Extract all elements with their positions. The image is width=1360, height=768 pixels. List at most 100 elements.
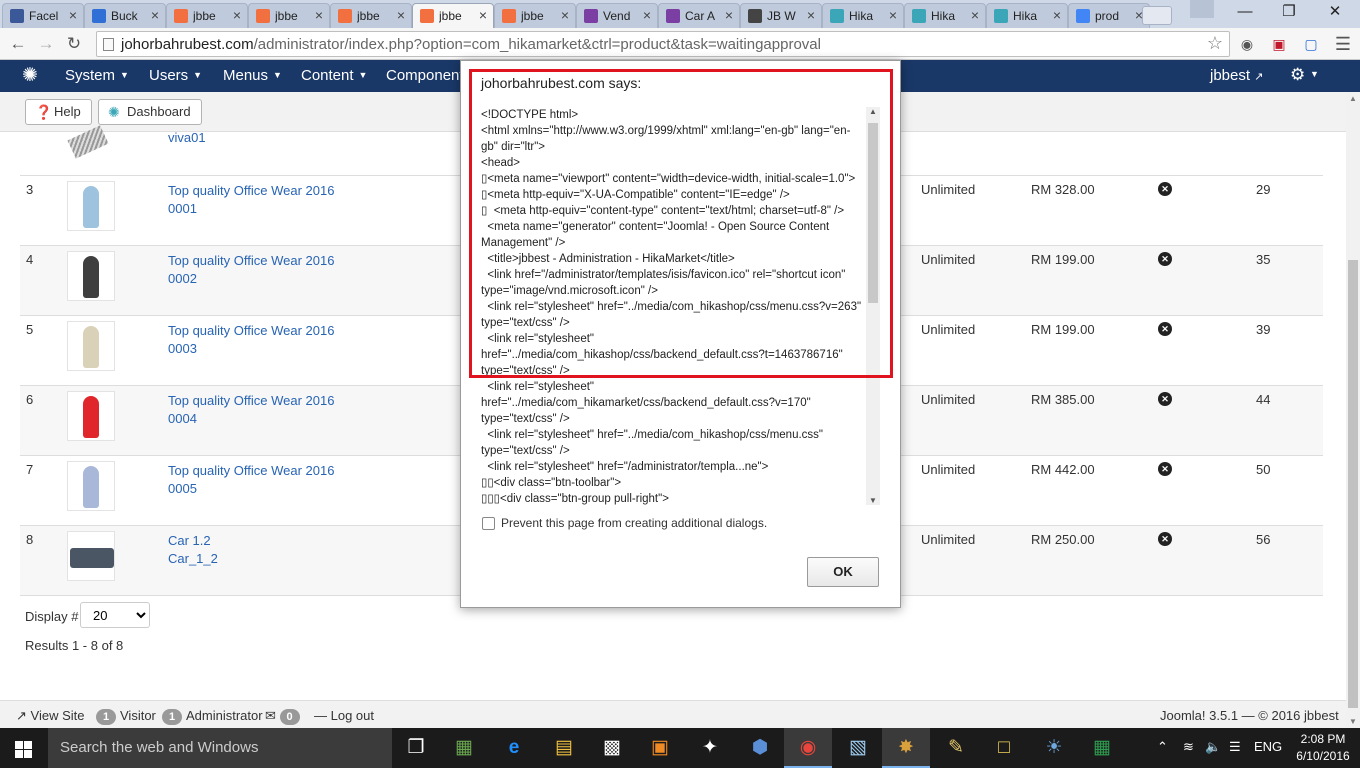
unpublished-icon[interactable]: ✕ bbox=[1158, 532, 1172, 546]
display-count-select[interactable]: 20 bbox=[80, 602, 150, 628]
product-thumbnail[interactable] bbox=[67, 321, 115, 371]
close-tab-icon[interactable]: × bbox=[479, 7, 487, 23]
product-thumbnail[interactable] bbox=[67, 181, 115, 231]
scroll-down-icon[interactable]: ▼ bbox=[1346, 717, 1360, 726]
logout-link[interactable]: — Log out bbox=[314, 708, 374, 723]
browser-tab[interactable]: Facel × bbox=[2, 3, 84, 28]
browser-tab[interactable]: jbbe × bbox=[412, 3, 494, 28]
close-tab-icon[interactable]: × bbox=[889, 7, 897, 23]
menu-users[interactable]: Users ▼ bbox=[149, 67, 202, 84]
browser-tab[interactable]: Car A × bbox=[658, 3, 740, 28]
product-thumbnail[interactable] bbox=[67, 251, 115, 301]
sticky-notes-icon[interactable]: □ bbox=[980, 728, 1028, 768]
close-tab-icon[interactable]: × bbox=[561, 7, 569, 23]
notifications-icon[interactable]: ☰ bbox=[1229, 739, 1241, 755]
browser-tab[interactable]: jbbe × bbox=[166, 3, 248, 28]
language-indicator[interactable]: ENG bbox=[1254, 739, 1282, 754]
unpublished-icon[interactable]: ✕ bbox=[1158, 462, 1172, 476]
close-tab-icon[interactable]: × bbox=[807, 7, 815, 23]
network-app-icon[interactable]: ☀ bbox=[1030, 728, 1078, 768]
product-name-link[interactable]: Top quality Office Wear 2016 0004 bbox=[168, 392, 368, 428]
close-tab-icon[interactable]: × bbox=[315, 7, 323, 23]
bookmark-star-icon[interactable]: ☆ bbox=[1207, 33, 1223, 54]
app-hexagon-icon[interactable]: ⬢ bbox=[736, 728, 784, 768]
menu-system[interactable]: System ▼ bbox=[65, 67, 129, 84]
scroll-up-icon[interactable]: ▲ bbox=[1346, 94, 1360, 103]
product-name-link[interactable]: Top quality Office Wear 2016 0005 bbox=[168, 462, 368, 498]
close-tab-icon[interactable]: × bbox=[69, 7, 77, 23]
unpublished-icon[interactable]: ✕ bbox=[1158, 252, 1172, 266]
notepad-icon[interactable]: ▧ bbox=[834, 728, 882, 768]
task-view-icon[interactable]: ❐ bbox=[392, 728, 440, 768]
browser-tab[interactable]: Hika × bbox=[822, 3, 904, 28]
view-site-link[interactable]: ↗ View Site bbox=[16, 708, 85, 724]
admin-user-link[interactable]: jbbest ↗ bbox=[1210, 67, 1263, 84]
minimize-icon[interactable]: — bbox=[1222, 0, 1268, 26]
new-tab-button[interactable] bbox=[1142, 6, 1172, 25]
volume-icon[interactable]: 🔈 bbox=[1205, 739, 1221, 755]
ok-button[interactable]: OK bbox=[807, 557, 879, 587]
menu-components[interactable]: Component bbox=[386, 67, 464, 84]
edge-browser-icon[interactable]: e bbox=[490, 728, 538, 768]
browser-tab[interactable]: Buck × bbox=[84, 3, 166, 28]
close-tab-icon[interactable]: × bbox=[643, 7, 651, 23]
paint-icon[interactable]: ✎ bbox=[932, 728, 980, 768]
close-tab-icon[interactable]: × bbox=[233, 7, 241, 23]
help-button[interactable]: ❓ Help bbox=[25, 99, 92, 125]
product-name-link[interactable]: Top quality Office Wear 2016 0001 bbox=[168, 182, 368, 218]
scrollbar-thumb[interactable] bbox=[1348, 260, 1358, 708]
prevent-dialogs-label[interactable]: Prevent this page from creating addition… bbox=[501, 516, 767, 530]
close-tab-icon[interactable]: × bbox=[151, 7, 159, 23]
menu-content[interactable]: Content ▼ bbox=[301, 67, 367, 84]
extension-icon[interactable]: ▣ bbox=[1268, 34, 1290, 54]
menu-menus[interactable]: Menus ▼ bbox=[223, 67, 282, 84]
chrome-icon[interactable]: ◉ bbox=[784, 728, 832, 768]
product-name-link[interactable]: Car 1.2 Car_1_2 bbox=[168, 532, 368, 568]
menu-icon[interactable]: ☰ bbox=[1332, 34, 1354, 54]
browser-profile-button[interactable] bbox=[1190, 0, 1214, 18]
product-thumbnail[interactable] bbox=[67, 531, 115, 581]
close-tab-icon[interactable]: × bbox=[1053, 7, 1061, 23]
reload-icon[interactable]: ↻ bbox=[62, 32, 86, 56]
close-tab-icon[interactable]: × bbox=[971, 7, 979, 23]
tray-chevron-icon[interactable]: ⌃ bbox=[1157, 739, 1168, 755]
forward-icon[interactable]: → bbox=[34, 32, 58, 56]
browser-tab[interactable]: jbbe × bbox=[248, 3, 330, 28]
browser-tab[interactable]: jbbe × bbox=[330, 3, 412, 28]
windows-start-icon[interactable] bbox=[0, 728, 48, 768]
unpublished-icon[interactable]: ✕ bbox=[1158, 182, 1172, 196]
browser-tab[interactable]: jbbe × bbox=[494, 3, 576, 28]
joomla-logo-icon[interactable]: ✺ bbox=[22, 66, 38, 86]
browser-tab[interactable]: prod × bbox=[1068, 3, 1150, 28]
dashboard-button[interactable]: ✺ Dashboard bbox=[98, 99, 202, 125]
file-explorer-icon[interactable]: ▤ bbox=[540, 728, 588, 768]
maximize-icon[interactable]: ❐ bbox=[1266, 0, 1312, 26]
scroll-down-icon[interactable]: ▼ bbox=[866, 496, 880, 505]
gear-icon[interactable]: ⚙ ▼ bbox=[1290, 65, 1319, 85]
taskbar-clock[interactable]: 2:08 PM 6/10/2016 bbox=[1293, 731, 1353, 765]
browser-tab[interactable]: Vend × bbox=[576, 3, 658, 28]
browser-tab[interactable]: JB W × bbox=[740, 3, 822, 28]
unpublished-icon[interactable]: ✕ bbox=[1158, 392, 1172, 406]
camera-icon[interactable]: ◉ bbox=[1236, 34, 1258, 54]
close-window-icon[interactable]: ✕ bbox=[1312, 0, 1358, 26]
product-name-link[interactable]: Top quality Office Wear 2016 0002 bbox=[168, 252, 368, 288]
wifi-icon[interactable]: ≋ bbox=[1183, 739, 1194, 755]
product-name-link[interactable]: Top quality Office Wear 2016 0003 bbox=[168, 322, 368, 358]
back-icon[interactable]: ← bbox=[6, 32, 30, 56]
xampp-icon[interactable]: ▣ bbox=[636, 728, 684, 768]
tool-app-icon[interactable]: ✦ bbox=[686, 728, 734, 768]
close-tab-icon[interactable]: × bbox=[397, 7, 405, 23]
browser-tab[interactable]: Hika × bbox=[904, 3, 986, 28]
close-tab-icon[interactable]: × bbox=[725, 7, 733, 23]
store-icon[interactable]: ▩ bbox=[588, 728, 636, 768]
browser-tab[interactable]: Hika × bbox=[986, 3, 1068, 28]
page-scrollbar[interactable]: ▲ ▼ bbox=[1346, 92, 1360, 728]
screen-capture-icon[interactable]: ▢ bbox=[1300, 34, 1322, 54]
prevent-dialogs-checkbox[interactable] bbox=[482, 517, 495, 530]
messages-status[interactable]: ✉ 0 bbox=[265, 708, 304, 725]
excel-icon[interactable]: ▦ bbox=[1078, 728, 1126, 768]
product-name-link[interactable]: viva01 bbox=[168, 130, 206, 145]
product-thumbnail[interactable] bbox=[67, 391, 115, 441]
address-bar[interactable]: johorbahrubest.com/administrator/index.p… bbox=[96, 31, 1230, 57]
